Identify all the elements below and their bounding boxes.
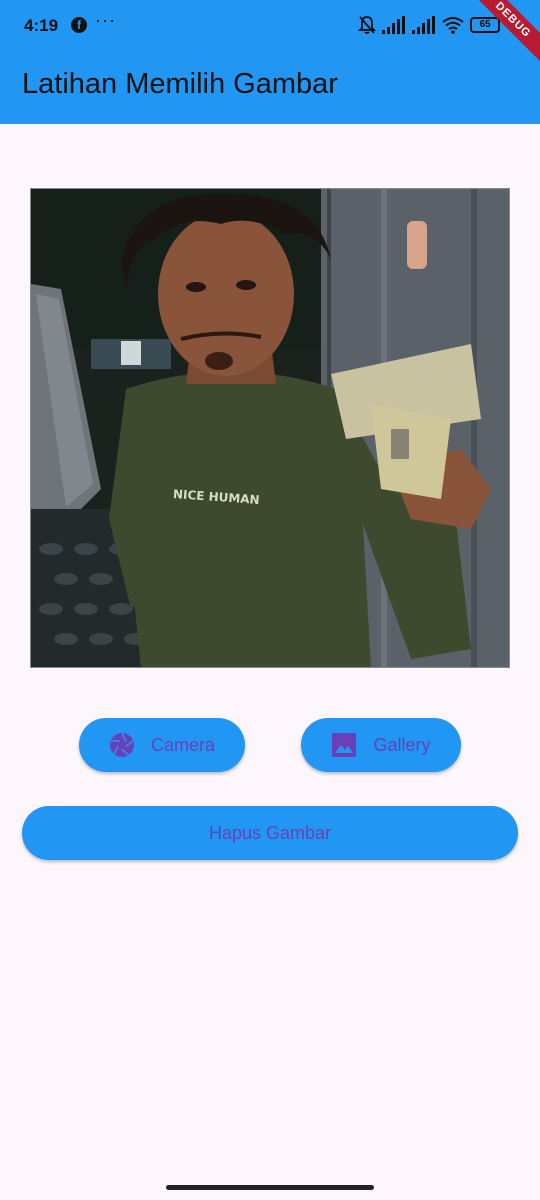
home-indicator[interactable] [166,1185,374,1190]
camera-button[interactable]: Camera [79,718,245,772]
system-icons: 65 [358,14,500,36]
camera-shutter-icon [109,732,134,757]
selected-photo: NICE HUMAN [30,188,510,668]
delete-image-button[interactable]: Hapus Gambar [22,806,518,860]
signal-icon [382,16,405,34]
facebook-icon: f [71,17,87,33]
gallery-button[interactable]: Gallery [301,718,461,772]
bell-off-icon [358,16,376,34]
page-title: Latihan Memilih Gambar [22,68,338,100]
wifi-icon [442,17,464,34]
image-icon [332,733,357,757]
signal-icon-2 [412,16,435,34]
app-bar: 4:19 f ··· 65 DEBUG Latihan Memilih Gamb… [0,0,540,124]
photo-illustration: NICE HUMAN [31,189,509,667]
status-time: 4:19 [24,16,59,35]
delete-image-button-label: Hapus Gambar [208,822,332,843]
more-notifications-icon: ··· [95,10,116,30]
camera-button-label: Camera [150,734,216,755]
battery-icon: 65 [470,17,500,33]
gallery-button-label: Gallery [373,734,431,755]
status-bar: 4:19 f ··· 65 [0,0,540,52]
